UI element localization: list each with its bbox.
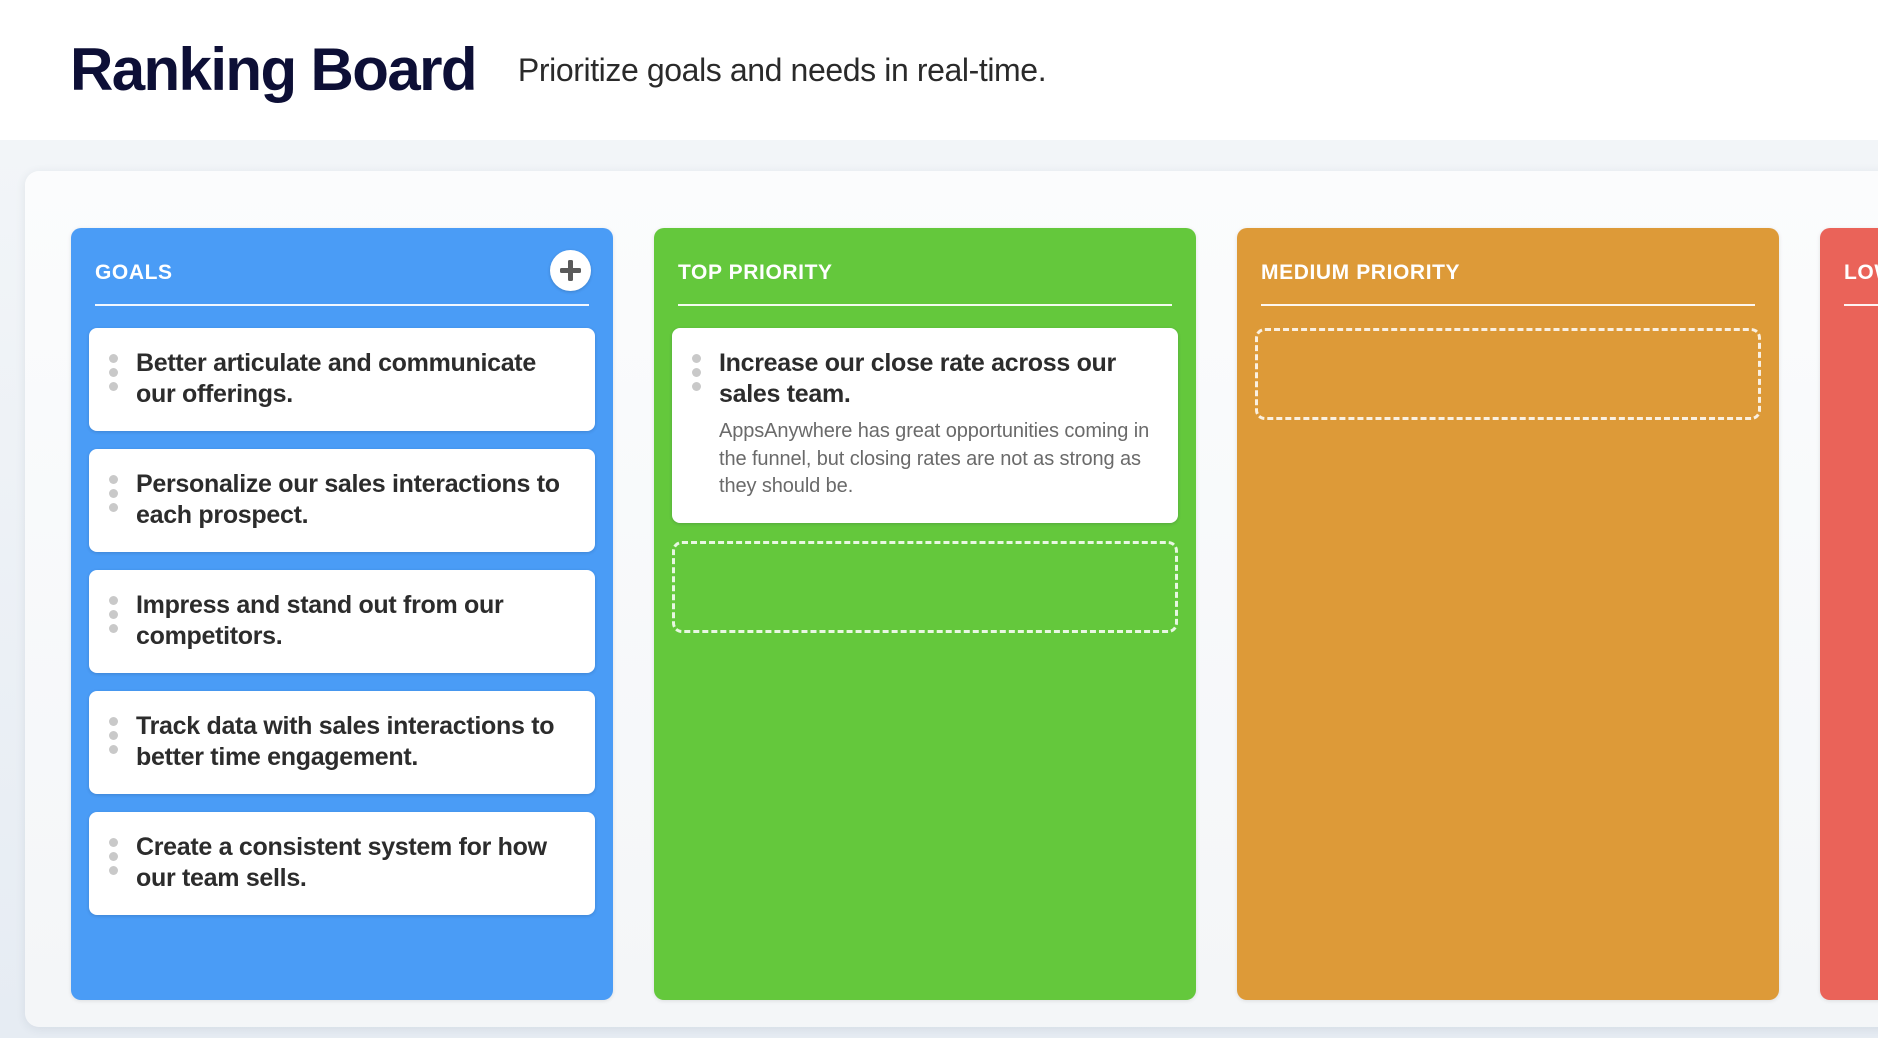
- column-title-medium-priority: MEDIUM PRIORITY: [1261, 261, 1461, 284]
- column-header-divider: [678, 304, 1172, 306]
- board-surface: GOALS Better articulate and communicate o…: [0, 140, 1878, 1038]
- card[interactable]: Better articulate and communicate our of…: [89, 328, 595, 431]
- column-title-top-priority: TOP PRIORITY: [678, 261, 833, 284]
- cards-area-low-priority[interactable]: [1838, 306, 1878, 328]
- drag-handle-dots-icon[interactable]: [109, 348, 122, 391]
- column-header-medium-priority: MEDIUM PRIORITY: [1261, 228, 1755, 306]
- drag-dot: [692, 354, 701, 363]
- drag-dot: [109, 475, 118, 484]
- drag-dot: [109, 503, 118, 512]
- column-goals[interactable]: GOALS Better articulate and communicate o…: [71, 228, 613, 1000]
- column-header-divider: [1844, 304, 1878, 306]
- drag-dot: [109, 354, 118, 363]
- columns-track[interactable]: GOALS Better articulate and communicate o…: [71, 228, 1878, 1000]
- column-header-divider: [1261, 304, 1755, 306]
- card-title: Impress and stand out from our competito…: [136, 591, 504, 650]
- cards-area-top-priority[interactable]: Increase our close rate across our sales…: [672, 306, 1178, 633]
- card-title: Increase our close rate across our sales…: [719, 349, 1116, 408]
- plus-icon-stroke: [568, 260, 573, 281]
- page-subtitle: Prioritize goals and needs in real-time.: [517, 51, 1047, 88]
- card-body: Track data with sales interactions to be…: [136, 711, 573, 772]
- drag-handle-dots-icon[interactable]: [109, 711, 122, 754]
- card-body: Personalize our sales interactions to ea…: [136, 469, 573, 530]
- drag-dot: [109, 866, 118, 875]
- card-body: Impress and stand out from our competito…: [136, 590, 573, 651]
- card[interactable]: Personalize our sales interactions to ea…: [89, 449, 595, 552]
- drag-handle-dots-icon[interactable]: [109, 590, 122, 633]
- cards-area-medium-priority[interactable]: [1255, 306, 1761, 420]
- card-title: Track data with sales interactions to be…: [136, 712, 555, 771]
- drag-dot: [109, 368, 118, 377]
- column-low-priority[interactable]: LOW PRIORITY: [1820, 228, 1878, 1000]
- drag-dot: [692, 368, 701, 377]
- column-top-priority[interactable]: TOP PRIORITY Increase our close rate acro…: [654, 228, 1196, 1000]
- drag-dot: [109, 610, 118, 619]
- card[interactable]: Create a consistent system for how our t…: [89, 812, 595, 915]
- card-drop-zone-medium-priority[interactable]: [1255, 328, 1761, 420]
- column-title-goals: GOALS: [95, 261, 173, 284]
- drag-handle-dots-icon[interactable]: [692, 348, 705, 391]
- drag-dot: [109, 745, 118, 754]
- card[interactable]: Impress and stand out from our competito…: [89, 570, 595, 673]
- card-title: Better articulate and communicate our of…: [136, 349, 536, 408]
- card-drop-zone-top-priority[interactable]: [672, 540, 1178, 633]
- drag-dot: [109, 382, 118, 391]
- card-body: Better articulate and communicate our of…: [136, 348, 573, 409]
- column-header-goals: GOALS: [95, 228, 591, 306]
- drag-dot: [109, 489, 118, 498]
- page-header: Ranking Board Prioritize goals and needs…: [0, 0, 1878, 140]
- column-medium-priority[interactable]: MEDIUM PRIORITY: [1237, 228, 1779, 1000]
- drag-dot: [109, 731, 118, 740]
- drag-dot: [109, 717, 118, 726]
- add-card-button[interactable]: [550, 250, 591, 291]
- drag-dot: [109, 838, 118, 847]
- drag-handle-dots-icon[interactable]: [109, 469, 122, 512]
- drag-dot: [692, 382, 701, 391]
- card-body: Increase our close rate across our sales…: [719, 348, 1156, 501]
- column-header-divider: [95, 304, 589, 306]
- drag-dot: [109, 852, 118, 861]
- card[interactable]: Increase our close rate across our sales…: [672, 328, 1178, 523]
- card[interactable]: Track data with sales interactions to be…: [89, 691, 595, 794]
- column-header-top-priority: TOP PRIORITY: [678, 228, 1172, 306]
- card-title: Personalize our sales interactions to ea…: [136, 470, 560, 529]
- cards-area-goals[interactable]: Better articulate and communicate our of…: [89, 306, 595, 915]
- card-title: Create a consistent system for how our t…: [136, 833, 547, 892]
- drag-dot: [109, 624, 118, 633]
- column-title-low-priority: LOW PRIORITY: [1844, 261, 1878, 284]
- drag-dot: [109, 596, 118, 605]
- card-description: AppsAnywhere has great opportunities com…: [719, 420, 1150, 498]
- board-panel: GOALS Better articulate and communicate o…: [25, 171, 1878, 1027]
- card-body: Create a consistent system for how our t…: [136, 832, 573, 893]
- drag-handle-dots-icon[interactable]: [109, 832, 122, 875]
- column-header-low-priority: LOW PRIORITY: [1844, 228, 1878, 306]
- page-title: Ranking Board: [70, 36, 478, 103]
